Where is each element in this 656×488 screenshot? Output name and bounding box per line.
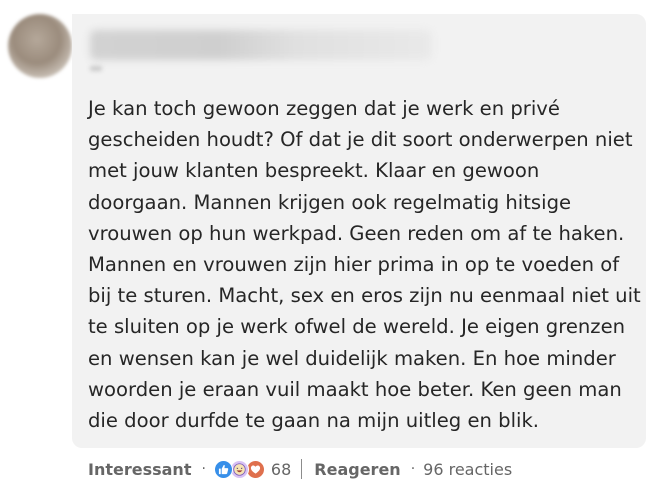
comment-line: Mannen en vrouwen zijn hier prima in op … [88,253,620,277]
reactions-summary[interactable]: 68 [213,459,292,479]
separator-dot: · [410,461,416,477]
author-avatar-blurred[interactable] [8,14,72,78]
comment-line: vrouwen op hun werkpad. Geen reden om af… [88,221,625,245]
author-name-blurred[interactable] [90,30,432,60]
reply-button[interactable]: Reageren [314,460,400,479]
comment-action-bar: Interessant · 68 Reageren · 96 reacties [88,456,512,482]
reaction-button[interactable]: Interessant [88,460,191,479]
comment-line: bij te sturen. Macht, sex en eros zijn n… [88,284,641,308]
comment-line: woorden je eraan vuil maakt hoe beter. K… [88,377,622,401]
comment-line: die door durfde te gaan na mijn uitleg e… [88,409,540,433]
comment-text: Je kan toch gewoon zeggen dat je werk en… [88,93,641,436]
comment-line: Je kan toch gewoon zeggen dat je werk en… [88,97,560,120]
comment-line: met jouw klanten bespreekt. Klaar en gew… [88,159,540,183]
separator-dot: · [201,461,206,477]
comment-line: doorgaan. Mannen krijgen ook regelmatig … [88,190,572,214]
thumbs-up-icon [213,459,233,479]
comment-line: gescheiden houdt? Of dat je dit soort on… [88,128,633,152]
reaction-count: 68 [270,459,292,479]
replies-count-link[interactable]: 96 reacties [423,460,512,479]
comment-line: en wensen kan je wel duidelijk maken. En… [88,346,616,370]
action-divider [301,459,303,479]
author-headline-blurred [90,66,102,71]
comment-bubble: Je kan toch gewoon zeggen dat je werk en… [72,14,646,448]
comment-line: te sluiten op je werk ofwel de wereld. J… [88,315,626,339]
